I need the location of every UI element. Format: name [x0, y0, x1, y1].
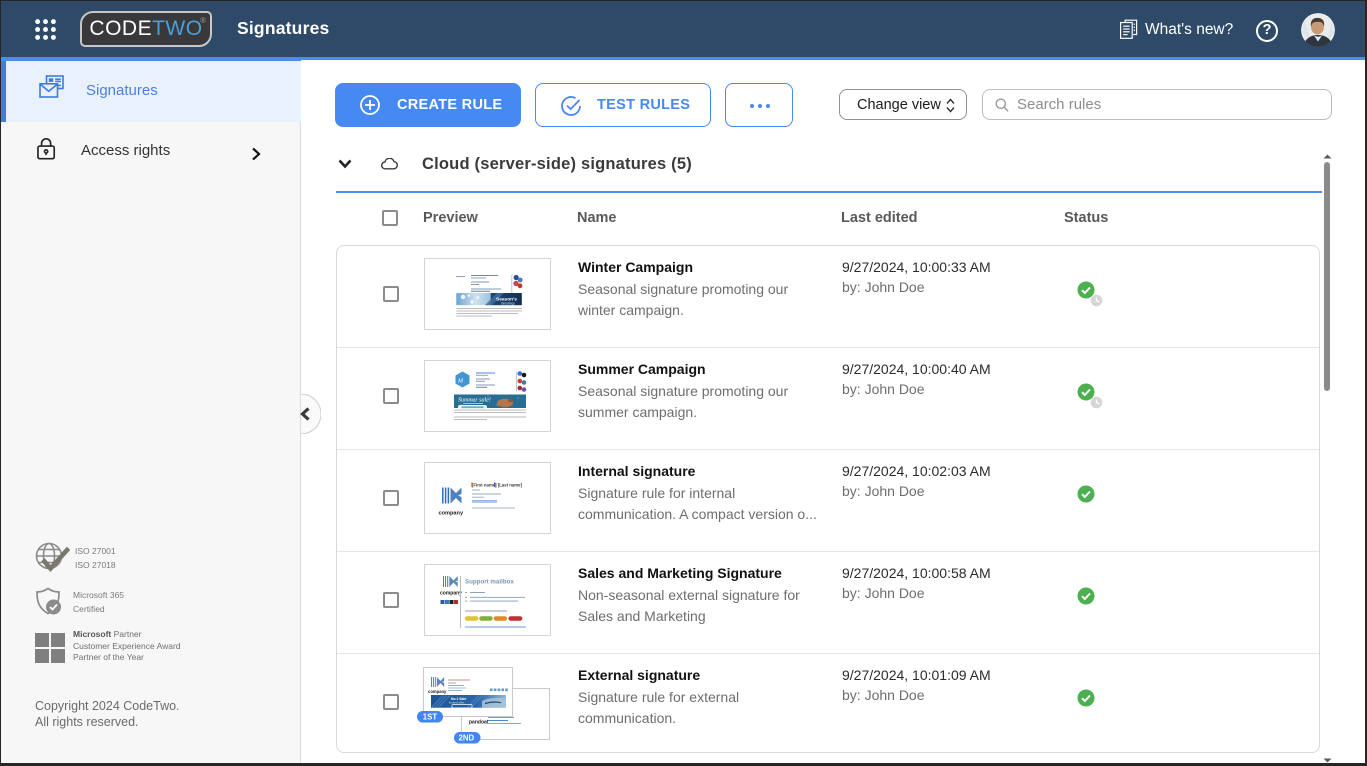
svg-text:2ND: 2ND: [459, 734, 475, 743]
svg-text:M: M: [457, 379, 464, 385]
svg-text:company: company: [428, 689, 447, 694]
svg-text:[First name] [Last name]: [First name] [Last name]: [472, 483, 522, 488]
svg-text:company: company: [440, 591, 462, 597]
svg-text:Summer sale!: Summer sale!: [458, 398, 491, 404]
svg-text:Greetings: Greetings: [501, 302, 515, 306]
svg-text:company: company: [439, 511, 464, 517]
svg-text:limited offer: limited offer: [449, 700, 464, 704]
svg-text:1ST: 1ST: [423, 713, 438, 722]
svg-text:pandoat: pandoat: [469, 720, 489, 726]
svg-text:Support mailbox: Support mailbox: [465, 579, 514, 586]
